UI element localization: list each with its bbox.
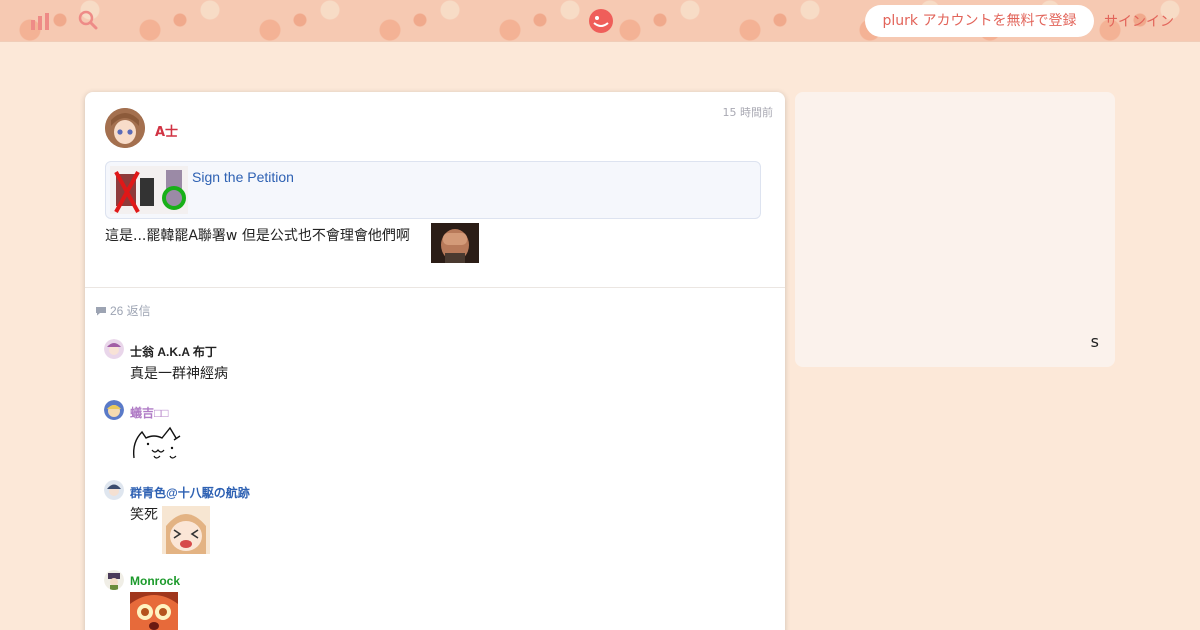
link-preview[interactable]: Sign the Petition bbox=[105, 161, 761, 219]
response-author[interactable]: 蟻吉□□ bbox=[130, 404, 169, 421]
laughing-emoticon bbox=[162, 506, 210, 554]
top-bar: plurk アカウントを無料で登録 サインイン bbox=[0, 0, 1200, 42]
divider bbox=[85, 287, 785, 288]
plurk-logo-icon[interactable] bbox=[588, 8, 614, 34]
search-icon[interactable] bbox=[78, 10, 98, 30]
facepalm-emoticon bbox=[431, 223, 479, 263]
response-avatar[interactable] bbox=[104, 570, 124, 590]
response-author[interactable]: 士翁 A.K.A 布丁 bbox=[130, 343, 217, 360]
side-panel: s bbox=[795, 92, 1115, 367]
response-author[interactable]: 群青色@十八駆の航跡 bbox=[130, 484, 250, 501]
response-text: 笑死 bbox=[130, 507, 158, 523]
register-button[interactable]: plurk アカウントを無料で登録 bbox=[865, 5, 1094, 37]
author-name[interactable]: A士 bbox=[155, 121, 178, 140]
signin-link[interactable]: サインイン bbox=[1104, 11, 1194, 31]
cat-emoticon bbox=[132, 426, 181, 459]
response-avatar[interactable] bbox=[104, 400, 124, 420]
response-text: 真是一群神經病 bbox=[130, 366, 228, 382]
response-author[interactable]: Monrock bbox=[130, 574, 180, 588]
link-title[interactable]: Sign the Petition bbox=[192, 169, 294, 185]
speech-bubble-icon bbox=[96, 307, 106, 316]
response-avatar[interactable] bbox=[104, 339, 124, 359]
plurk-card: 15 時間前 A士 Sign the Petition 這是...罷韓罷A聯署w… bbox=[85, 92, 785, 630]
reply-count: 26 返信 bbox=[95, 302, 151, 319]
stats-icon[interactable] bbox=[30, 12, 50, 30]
response-avatar[interactable] bbox=[104, 480, 124, 500]
side-panel-text: s bbox=[1090, 332, 1099, 351]
link-thumbnail[interactable] bbox=[110, 166, 188, 214]
shocked-emoticon bbox=[130, 592, 178, 630]
post-time: 15 時間前 bbox=[722, 106, 774, 119]
author-avatar[interactable] bbox=[105, 108, 145, 148]
post-content: 這是...罷韓罷A聯署w 但是公式也不會理會他們啊 bbox=[105, 228, 410, 244]
